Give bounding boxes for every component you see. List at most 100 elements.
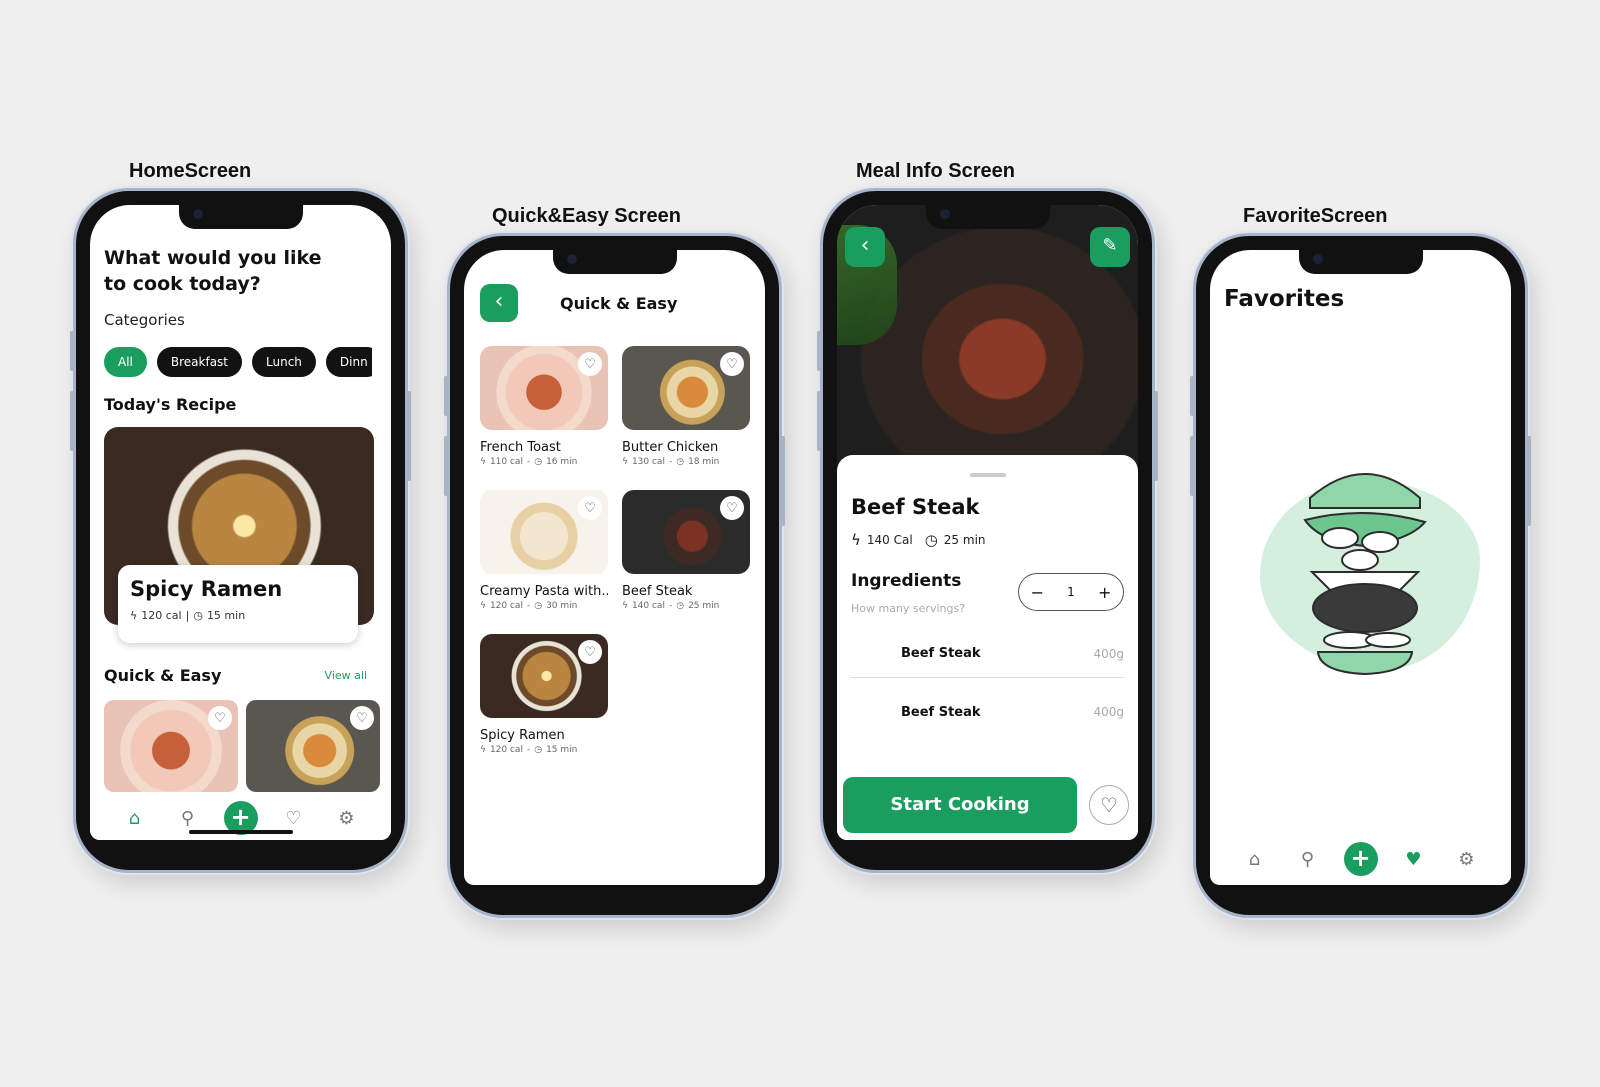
phone-home: What would you like to cook today? Categ… <box>70 188 411 873</box>
minus-icon[interactable]: − <box>1031 583 1044 602</box>
ingredient-row: Beef Steak 400g <box>851 630 1124 678</box>
heart-icon[interactable]: ♡ <box>277 808 311 829</box>
home-indicator <box>188 830 293 834</box>
phone-meal-info: ‹ ✎ Beef Steak ϟ 140 Cal ◷ 25 min Ingred… <box>817 188 1158 873</box>
bolt-icon: ϟ <box>480 745 486 755</box>
back-button[interactable]: ‹ <box>845 227 885 267</box>
heart-icon[interactable]: ♡ <box>720 352 744 376</box>
clock-icon: ◷ <box>676 457 685 467</box>
recipe-cal: 110 cal <box>489 457 523 467</box>
recipe-name: Creamy Pasta with... <box>480 584 608 599</box>
ingredient-name: Beef Steak <box>901 646 981 661</box>
ingredient-qty: 400g <box>1093 705 1124 719</box>
gear-icon[interactable]: ⚙ <box>1450 849 1484 870</box>
meta-separator: | <box>185 609 190 622</box>
home-indicator <box>1308 901 1413 905</box>
recipe-card[interactable]: ♡ Beef Steak ϟ 140 cal - ◷ 25 min <box>622 490 750 611</box>
label-favoritescreen: FavoriteScreen <box>1243 205 1388 227</box>
chip-lunch[interactable]: Lunch <box>252 347 316 377</box>
category-chips: All Breakfast Lunch Dinn <box>104 347 372 377</box>
label-quick-easy-screen: Quick&Easy Screen <box>492 205 681 227</box>
search-icon[interactable]: ⚲ <box>1291 849 1325 870</box>
back-button[interactable]: ‹ <box>480 284 518 322</box>
heart-icon[interactable]: ♡ <box>578 352 602 376</box>
recipe-card[interactable]: ♡ Creamy Pasta with... ϟ 120 cal - ◷ 30 min <box>480 490 608 611</box>
clock-icon: ◷ <box>676 601 685 611</box>
recipe-name: Butter Chicken <box>622 440 719 455</box>
bolt-icon: ϟ <box>480 601 486 611</box>
chip-dinner[interactable]: Dinn <box>325 347 372 377</box>
heart-icon[interactable]: ♡ <box>578 496 602 520</box>
notch <box>1298 246 1423 274</box>
phone-quick-easy: ‹ Quick & Easy ♡ French Toast ϟ 110 cal - ◷… <box>444 233 785 918</box>
start-cooking-button[interactable]: Start Cooking <box>843 777 1077 833</box>
todays-recipe-name: Spicy Ramen <box>130 577 283 601</box>
sheet-handle <box>969 473 1006 477</box>
bolt-icon: ϟ <box>130 609 138 622</box>
favorites-screen: Favorites ⌂ ⚲ + ♥ ⚙ <box>1210 250 1511 885</box>
todays-recipe-card[interactable]: Spicy Ramen ϟ 120 cal | ◷ 15 min <box>118 565 358 643</box>
add-icon[interactable]: + <box>1343 842 1378 876</box>
servings-question: How many servings? <box>851 602 966 615</box>
home-indicator <box>562 901 667 905</box>
phone-favorites: Favorites ⌂ ⚲ + ♥ ⚙ <box>1190 233 1531 918</box>
view-all-link[interactable]: View all <box>325 669 367 682</box>
clock-icon: ◷ <box>534 457 543 467</box>
recipe-time: 18 min <box>688 457 720 467</box>
plus-icon[interactable]: + <box>1098 583 1111 602</box>
categories-title: Categories <box>104 311 185 329</box>
servings-value: 1 <box>1067 585 1075 599</box>
heart-icon[interactable]: ♡ <box>208 706 232 730</box>
heart-icon: ♡ <box>1100 793 1118 817</box>
pencil-icon: ✎ <box>1102 235 1118 256</box>
chip-breakfast[interactable]: Breakfast <box>156 347 243 377</box>
bottom-tab-bar: ⌂ ⚲ + ♥ ⚙ <box>1210 834 1511 884</box>
chip-all[interactable]: All <box>104 347 147 377</box>
recipe-card[interactable]: ♡ Butter Chicken ϟ 130 cal - ◷ 18 min <box>622 346 750 467</box>
gear-icon[interactable]: ⚙ <box>330 808 364 829</box>
ingredient-row: Beef Steak 400g <box>851 688 1124 736</box>
edit-button[interactable]: ✎ <box>1090 227 1130 267</box>
home-icon[interactable]: ⌂ <box>118 808 152 829</box>
heart-icon[interactable]: ♡ <box>720 496 744 520</box>
recipe-time: 25 min <box>688 601 720 611</box>
home-icon[interactable]: ⌂ <box>1238 849 1272 870</box>
home-screen: What would you like to cook today? Categ… <box>90 205 391 840</box>
label-meal-info-screen: Meal Info Screen <box>856 160 1015 182</box>
page-title: Favorites <box>1224 286 1345 312</box>
recipe-cal: 140 cal <box>631 601 665 611</box>
quick-card-french-toast[interactable]: ♡ <box>104 700 238 792</box>
todays-recipe-cal: 120 cal <box>141 609 182 622</box>
meal-name: Beef Steak <box>851 495 980 519</box>
recipe-time: 15 min <box>546 745 578 755</box>
recipe-card[interactable]: ♡ French Toast ϟ 110 cal - ◷ 16 min <box>480 346 608 467</box>
chevron-left-icon: ‹ <box>494 289 504 314</box>
heart-filled-icon[interactable]: ♥ <box>1397 849 1431 870</box>
ingredient-qty: 400g <box>1093 646 1124 661</box>
notch <box>925 201 1050 229</box>
meal-cal: 140 Cal <box>866 533 913 547</box>
recipe-cal: 130 cal <box>631 457 665 467</box>
todays-recipe-title: Today's Recipe <box>104 395 237 414</box>
recipe-card[interactable]: ♡ Spicy Ramen ϟ 120 cal - ◷ 15 min <box>480 634 608 755</box>
todays-recipe-time: 15 min <box>206 609 246 622</box>
bolt-icon: ϟ <box>622 601 628 611</box>
recipe-name: Spicy Ramen <box>480 728 565 743</box>
label-homescreen: HomeScreen <box>129 160 252 182</box>
start-cooking-label: Start Cooking <box>890 794 1030 815</box>
favorite-button[interactable]: ♡ <box>1089 785 1129 825</box>
quick-card-butter-chicken[interactable]: ♡ <box>246 700 380 792</box>
clock-icon: ◷ <box>193 609 203 622</box>
recipe-name: Beef Steak <box>622 584 693 599</box>
search-icon[interactable]: ⚲ <box>171 808 205 829</box>
notch <box>178 201 303 229</box>
heart-icon[interactable]: ♡ <box>578 640 602 664</box>
greeting-heading: What would you like to cook today? <box>104 247 322 295</box>
bolt-icon: ϟ <box>851 531 861 549</box>
servings-stepper[interactable]: − 1 + <box>1018 573 1124 611</box>
heart-icon[interactable]: ♡ <box>350 706 374 730</box>
recipe-time: 30 min <box>546 601 578 611</box>
empty-state-illustration <box>1250 450 1480 680</box>
clock-icon: ◷ <box>534 745 543 755</box>
recipe-name: French Toast <box>480 440 561 455</box>
